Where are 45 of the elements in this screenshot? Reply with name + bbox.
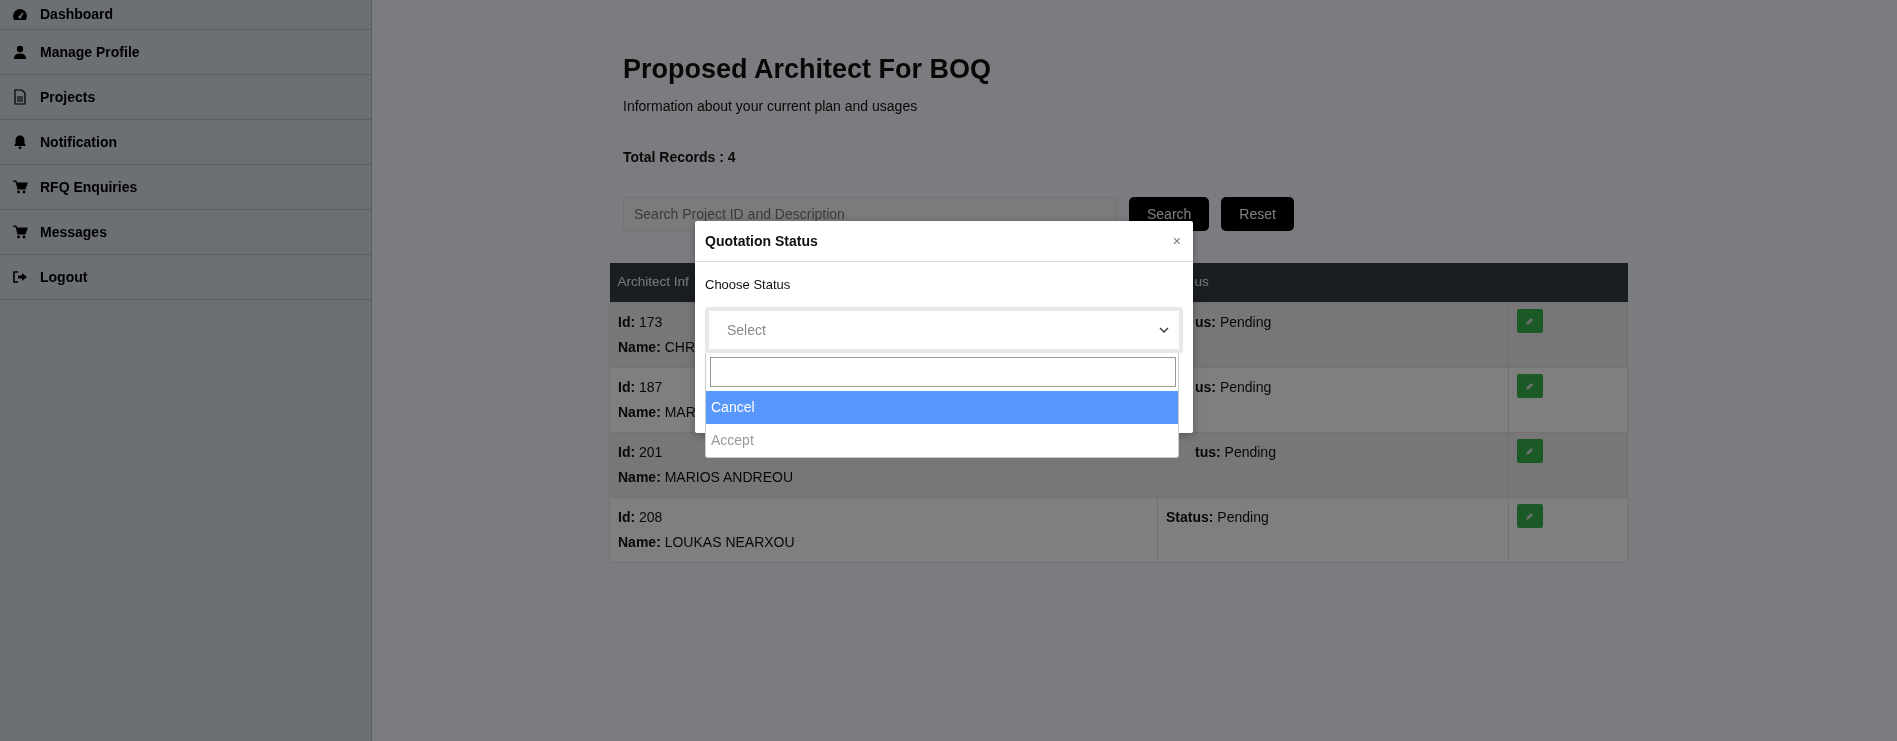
sidebar-item[interactable]: Messages [0,210,371,255]
modal-title: Quotation Status [705,231,818,251]
architect-id: Id: 208 [618,507,663,527]
cart-icon [12,224,28,240]
sidebar-item[interactable]: Logout [0,255,371,300]
status-text: tus: Pending [1195,442,1276,462]
dashboard-icon [12,6,28,23]
bell-icon [12,134,28,150]
close-button[interactable]: × [1170,234,1183,248]
edit-button[interactable] [1517,373,1543,398]
status-text: us: Pending [1195,377,1272,397]
document-icon [12,89,28,105]
reset-button[interactable]: Reset [1221,197,1294,231]
architect-name: Name: CHR [618,337,696,357]
page-title: Proposed Architect For BOQ [623,53,993,86]
logout-icon [12,269,28,285]
chevron-down-icon [1159,327,1169,333]
architect-name: Name: MAR [618,402,696,422]
pencil-icon [1525,315,1535,326]
pencil-icon [1525,510,1535,521]
sidebar-item[interactable]: RFQ Enquiries [0,165,371,210]
architect-name: Name: MARIOS ANDREOU [618,467,794,487]
architect-id: Id: 201 [618,442,663,462]
architect-name: Name: LOUKAS NEARXOU [618,532,795,552]
edit-button[interactable] [1517,503,1543,528]
status-text: Status: Pending [1166,507,1269,527]
field-label: Choose Status [705,276,791,294]
cart-icon [12,179,28,195]
dropdown-search-field[interactable] [710,357,1176,387]
architect-id: Id: 187 [618,377,663,397]
pencil-icon [1525,380,1535,391]
sidebar-item[interactable]: Manage Profile [0,30,371,75]
edit-button[interactable] [1517,308,1543,333]
sidebar-item[interactable]: Projects [0,75,371,120]
total-records: Total Records : 4 [623,148,737,167]
architect-id: Id: 173 [618,312,663,332]
sidebar-item[interactable]: Dashboard [0,0,371,30]
page-subtitle: Information about your current plan and usages [623,97,919,116]
sidebar-item[interactable]: Notification [0,120,371,165]
user-icon [12,44,28,60]
pencil-icon [1525,445,1535,456]
dropdown-option[interactable]: Cancel [706,391,1178,424]
status-select[interactable]: Select [705,307,1183,353]
status-text: us: Pending [1195,312,1272,332]
edit-button[interactable] [1517,438,1543,463]
